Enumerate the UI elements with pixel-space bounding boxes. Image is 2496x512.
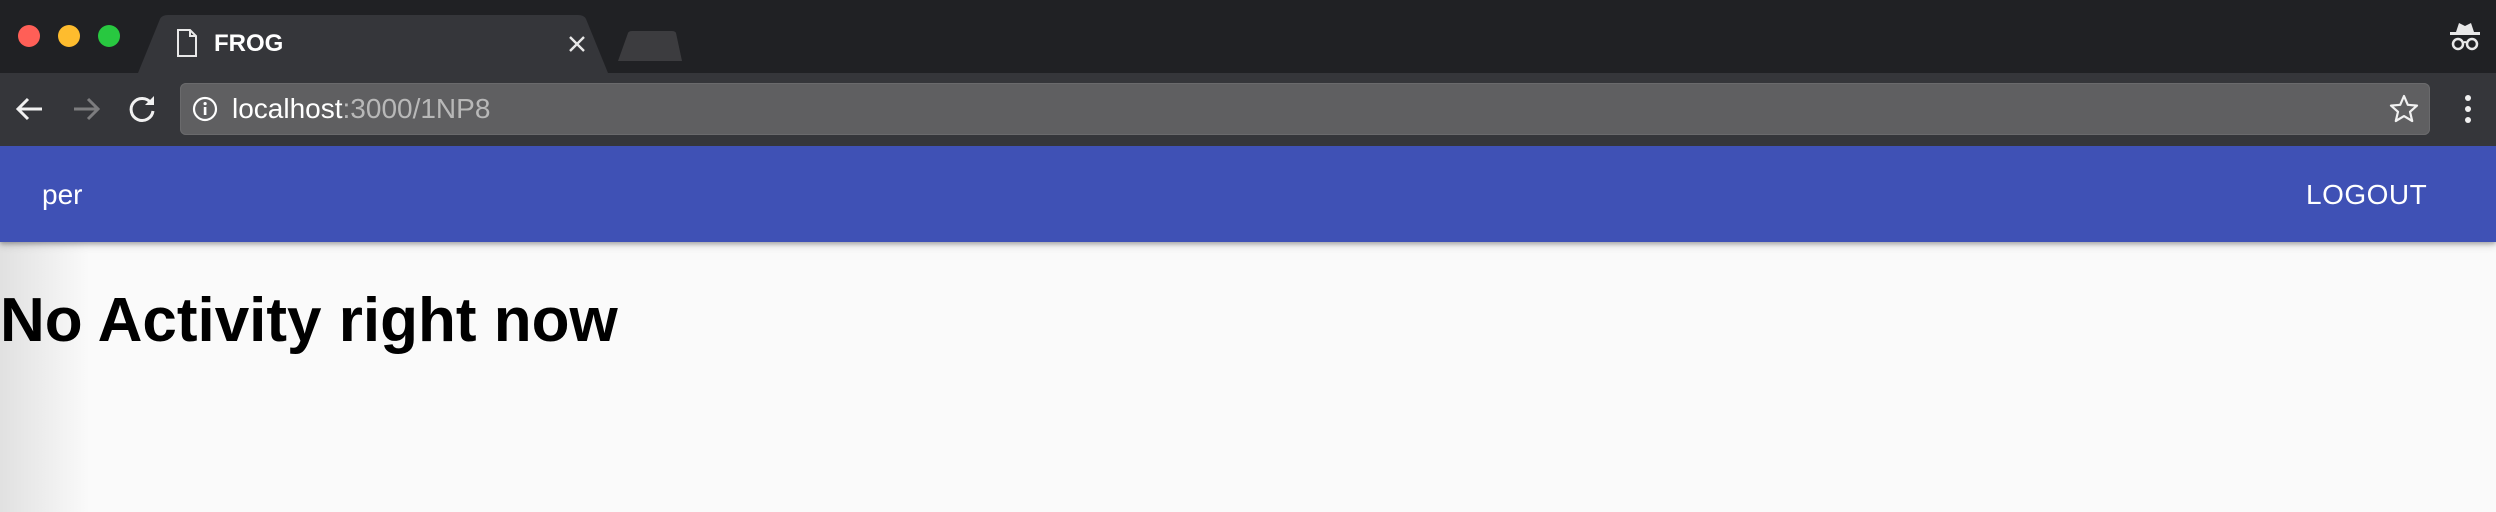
browser-toolbar: localhost:3000/1NP8 (0, 73, 2496, 146)
close-window-button[interactable] (18, 25, 40, 47)
app-bar: per LOGOUT (0, 146, 2496, 242)
info-icon[interactable] (192, 96, 218, 122)
browser-tabstrip: FROG (0, 0, 2496, 73)
address-bar[interactable]: localhost:3000/1NP8 (180, 83, 2430, 135)
tab-title: FROG (214, 30, 284, 57)
logout-button[interactable]: LOGOUT (2290, 168, 2443, 222)
page-edge-shadow (0, 242, 90, 512)
incognito-icon (2450, 23, 2480, 51)
page-title: No Activity right now (0, 286, 618, 355)
forward-arrow-icon[interactable] (68, 91, 104, 127)
maximize-window-button[interactable] (98, 25, 120, 47)
star-icon[interactable] (2388, 93, 2420, 125)
minimize-window-button[interactable] (58, 25, 80, 47)
user-name: per (42, 179, 83, 210)
url-text[interactable]: localhost:3000/1NP8 (232, 94, 490, 124)
page-content: per LOGOUT No Activity right now (0, 146, 2496, 512)
back-arrow-icon[interactable] (12, 91, 48, 127)
browser-tab-active[interactable]: FROG (138, 15, 608, 73)
kebab-menu-icon[interactable] (2454, 91, 2482, 127)
close-icon[interactable] (566, 33, 588, 55)
url-path: :3000/1NP8 (342, 93, 491, 124)
reload-icon[interactable] (124, 91, 160, 127)
file-icon (177, 29, 197, 57)
new-tab-button[interactable] (618, 31, 682, 61)
url-host: localhost (232, 93, 343, 124)
tab-shape (138, 15, 608, 73)
